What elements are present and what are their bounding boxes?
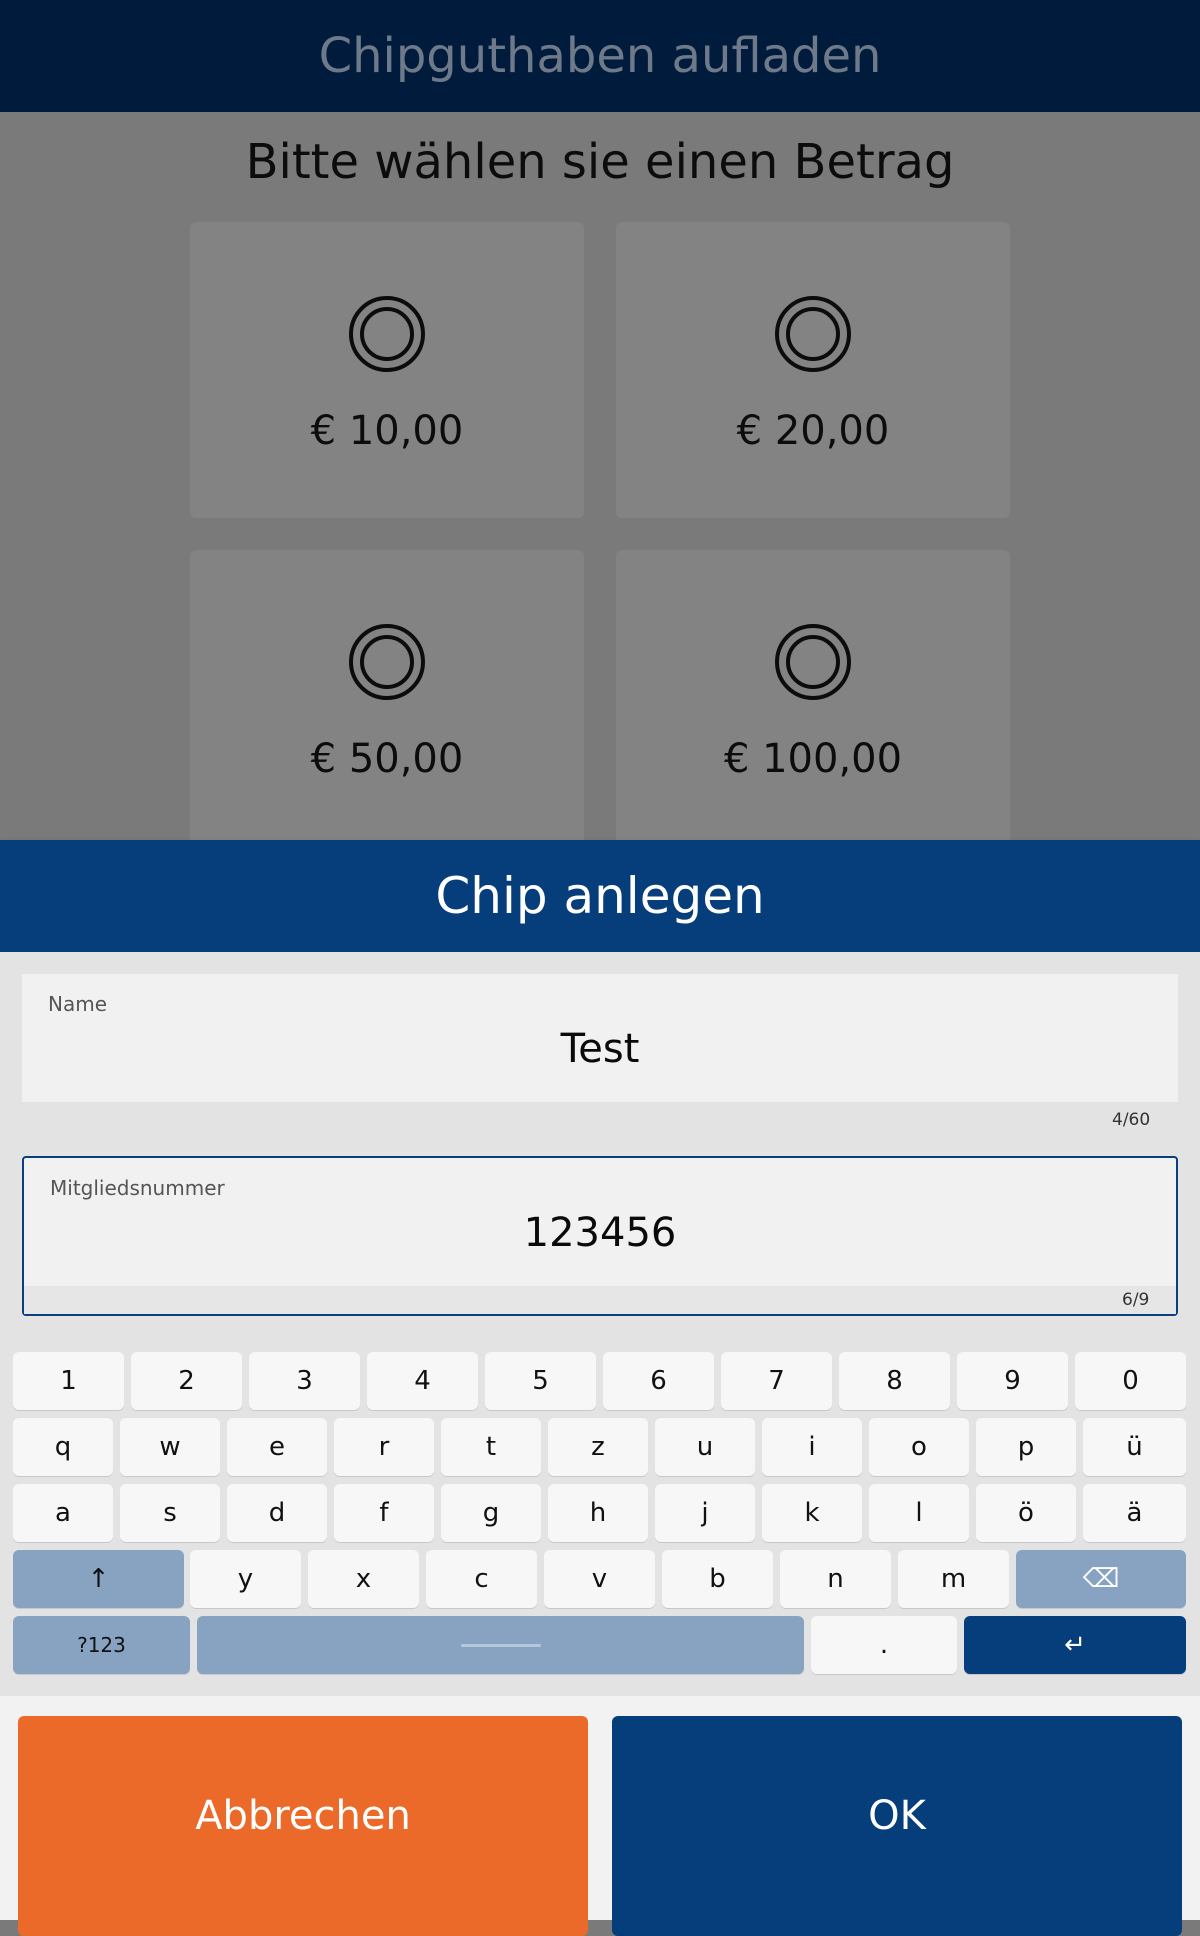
name-field-label: Name: [48, 992, 108, 1016]
key-4[interactable]: 4: [367, 1352, 478, 1410]
key-x[interactable]: x: [308, 1550, 419, 1608]
key-6[interactable]: 6: [603, 1352, 714, 1410]
period-key[interactable]: .: [811, 1616, 957, 1674]
amount-tile[interactable]: € 50,00: [190, 550, 584, 846]
key-5[interactable]: 5: [485, 1352, 596, 1410]
key-w[interactable]: w: [120, 1418, 220, 1476]
name-field[interactable]: Name Test: [22, 974, 1178, 1102]
key-u[interactable]: u: [655, 1418, 755, 1476]
amount-tile[interactable]: € 20,00: [616, 222, 1010, 518]
key-0[interactable]: 0: [1075, 1352, 1186, 1410]
coin-icon: [775, 624, 851, 700]
key-h[interactable]: h: [548, 1484, 648, 1542]
key-t[interactable]: t: [441, 1418, 541, 1476]
amount-label: € 50,00: [310, 736, 464, 782]
key-e[interactable]: e: [227, 1418, 327, 1476]
amount-label: € 10,00: [310, 408, 464, 454]
key-d[interactable]: d: [227, 1484, 327, 1542]
shift-key[interactable]: ↑: [13, 1550, 184, 1608]
key-8[interactable]: 8: [839, 1352, 950, 1410]
key-ae[interactable]: ä: [1083, 1484, 1186, 1542]
symbols-key[interactable]: ?123: [13, 1616, 190, 1674]
backspace-key[interactable]: ⌫: [1016, 1550, 1186, 1608]
cancel-button[interactable]: Abbrechen: [18, 1716, 588, 1936]
dialog-title: Chip anlegen: [435, 867, 765, 925]
key-q[interactable]: q: [13, 1418, 113, 1476]
enter-icon: ↵: [1064, 1630, 1086, 1660]
dialog-footer: Abbrechen OK: [0, 1696, 1200, 1936]
key-oe[interactable]: ö: [976, 1484, 1076, 1542]
key-n[interactable]: n: [780, 1550, 891, 1608]
amount-label: € 20,00: [736, 408, 890, 454]
member-number-field[interactable]: Mitgliedsnummer 123456 6/9: [22, 1156, 1178, 1316]
amount-prompt: Bitte wählen sie einen Betrag: [245, 134, 955, 190]
ok-button[interactable]: OK: [612, 1716, 1182, 1936]
key-ue[interactable]: ü: [1083, 1418, 1186, 1476]
amount-label: € 100,00: [723, 736, 903, 782]
name-char-counter: 4/60: [1112, 1110, 1151, 1130]
key-p[interactable]: p: [976, 1418, 1076, 1476]
key-m[interactable]: m: [898, 1550, 1009, 1608]
amount-tile[interactable]: € 100,00: [616, 550, 1010, 846]
enter-key[interactable]: ↵: [964, 1616, 1186, 1674]
shift-icon: ↑: [87, 1564, 110, 1594]
key-o[interactable]: o: [869, 1418, 969, 1476]
key-7[interactable]: 7: [721, 1352, 832, 1410]
key-1[interactable]: 1: [13, 1352, 124, 1410]
key-f[interactable]: f: [334, 1484, 434, 1542]
member-number-field-value[interactable]: 123456: [24, 1210, 1176, 1256]
background-title: Chipguthaben aufladen: [318, 28, 882, 84]
key-s[interactable]: s: [120, 1484, 220, 1542]
coin-icon: [349, 296, 425, 372]
key-l[interactable]: l: [869, 1484, 969, 1542]
member-number-char-counter: 6/9: [1122, 1290, 1150, 1310]
key-c[interactable]: c: [426, 1550, 537, 1608]
key-i[interactable]: i: [762, 1418, 862, 1476]
coin-icon: [775, 296, 851, 372]
key-b[interactable]: b: [662, 1550, 773, 1608]
key-v[interactable]: v: [544, 1550, 655, 1608]
key-y[interactable]: y: [190, 1550, 301, 1608]
member-number-field-label: Mitgliedsnummer: [50, 1176, 225, 1200]
on-screen-keyboard: 1 2 3 4 5 6 7 8 9 0 q w e r t z u i o p …: [0, 1336, 1200, 1696]
amount-tile[interactable]: € 10,00: [190, 222, 584, 518]
amount-selection-panel: Bitte wählen sie einen Betrag € 10,00 € …: [0, 112, 1200, 846]
key-j[interactable]: j: [655, 1484, 755, 1542]
key-g[interactable]: g: [441, 1484, 541, 1542]
background-header: Chipguthaben aufladen: [0, 0, 1200, 112]
key-3[interactable]: 3: [249, 1352, 360, 1410]
key-a[interactable]: a: [13, 1484, 113, 1542]
key-k[interactable]: k: [762, 1484, 862, 1542]
key-r[interactable]: r: [334, 1418, 434, 1476]
key-z[interactable]: z: [548, 1418, 648, 1476]
space-bar-indicator: [460, 1643, 541, 1647]
name-field-value[interactable]: Test: [22, 1026, 1178, 1072]
key-9[interactable]: 9: [957, 1352, 1068, 1410]
space-key[interactable]: [197, 1616, 804, 1674]
backspace-icon: ⌫: [1082, 1564, 1120, 1594]
dialog-header: Chip anlegen: [0, 840, 1200, 952]
key-2[interactable]: 2: [131, 1352, 242, 1410]
coin-icon: [349, 624, 425, 700]
